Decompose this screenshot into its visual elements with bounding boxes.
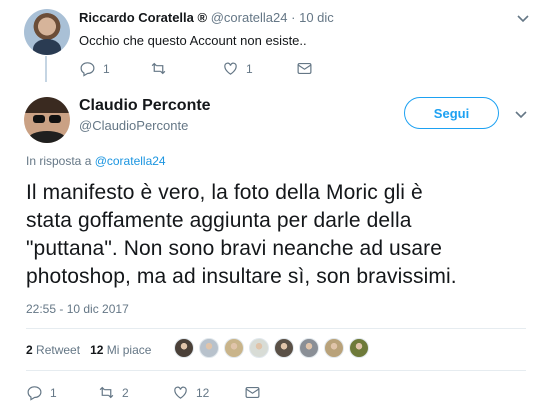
tweet-text: Il manifesto è vero, la foto della Moric… [26,179,536,291]
envelope-icon [297,62,312,75]
reply-button[interactable]: 1 [26,384,57,401]
author-handle[interactable]: @ClaudioPerconte [79,118,188,133]
chevron-down-icon[interactable] [515,13,531,25]
tweet-text-line: photoshop, ma ad insultare sì, son bravi… [26,265,457,288]
heart-icon [224,62,237,75]
reply-prefix: In risposta a [26,154,95,168]
tweet-text-line: stata goffamente aggiunta per darle dell… [26,209,412,232]
avatar-sunglasses [33,115,61,123]
envelope-icon [245,386,260,399]
avatar[interactable] [24,97,70,143]
parent-tweet: Riccardo Coratella ® @coratella24 · 10 d… [0,0,550,86]
engagement-stats: 2 Retweet 12 Mi piace [26,343,151,357]
liker-avatar[interactable] [299,338,319,358]
follow-button[interactable]: Segui [404,97,499,129]
like-button[interactable]: 1 [222,60,253,77]
thread-connector [45,56,47,82]
tweet-text: Occhio che questo Account non esiste.. [79,33,307,48]
tweet-timestamp[interactable]: 22:55 - 10 dic 2017 [26,302,129,316]
likes-stat-label: Mi piace [106,343,152,357]
author-name[interactable]: Claudio Perconte [79,97,211,115]
avatar-shirt [28,131,66,143]
direct-message-button[interactable] [244,384,261,401]
liker-avatar[interactable] [174,338,194,358]
heart-icon [174,386,187,399]
reply-icon [80,62,95,77]
liker-avatar[interactable] [224,338,244,358]
like-button[interactable]: 12 [172,384,209,401]
retweets-stat[interactable]: 2 Retweet [26,343,80,357]
like-count: 1 [246,61,253,76]
parent-tweet-header: Riccardo Coratella ® @coratella24 · 10 d… [79,10,334,25]
author-handle[interactable]: @coratella24 [211,10,288,25]
author-name[interactable]: Riccardo Coratella ® [79,10,207,25]
liker-avatar[interactable] [349,338,369,358]
reply-button[interactable]: 1 [79,60,110,77]
retweet-button[interactable]: 2 [98,384,129,401]
tweet-text-line: "puttana". Non sono bravi neanche ad usa… [26,237,443,260]
reply-handle-link[interactable]: @coratella24 [95,154,166,168]
like-count: 12 [196,385,210,400]
chevron-down-icon[interactable] [513,109,529,121]
retweet-count: 2 [122,385,129,400]
direct-message-button[interactable] [296,60,313,77]
tweet-text-line: Il manifesto è vero, la foto della Moric… [26,181,423,204]
reply-count: 1 [103,61,110,76]
tweet-date[interactable]: 10 dic [299,10,334,25]
liker-avatar[interactable] [199,338,219,358]
liker-avatar[interactable] [324,338,344,358]
avatar[interactable] [24,9,70,55]
divider [26,370,526,371]
divider [26,328,526,329]
likes-stat-count: 12 [90,343,104,357]
liker-avatar[interactable] [274,338,294,358]
reply-count: 1 [50,385,57,400]
retweet-button[interactable] [150,60,174,77]
retweet-icon [151,62,166,75]
reply-context: In risposta a @coratella24 [26,154,166,168]
separator: · [291,10,296,25]
retweets-stat-label: Retweet [36,343,81,357]
liker-avatars [174,338,369,358]
likes-stat[interactable]: 12 Mi piace [90,343,151,357]
retweet-icon [99,386,114,399]
liker-avatar[interactable] [249,338,269,358]
reply-icon [27,386,42,401]
retweets-stat-count: 2 [26,343,33,357]
